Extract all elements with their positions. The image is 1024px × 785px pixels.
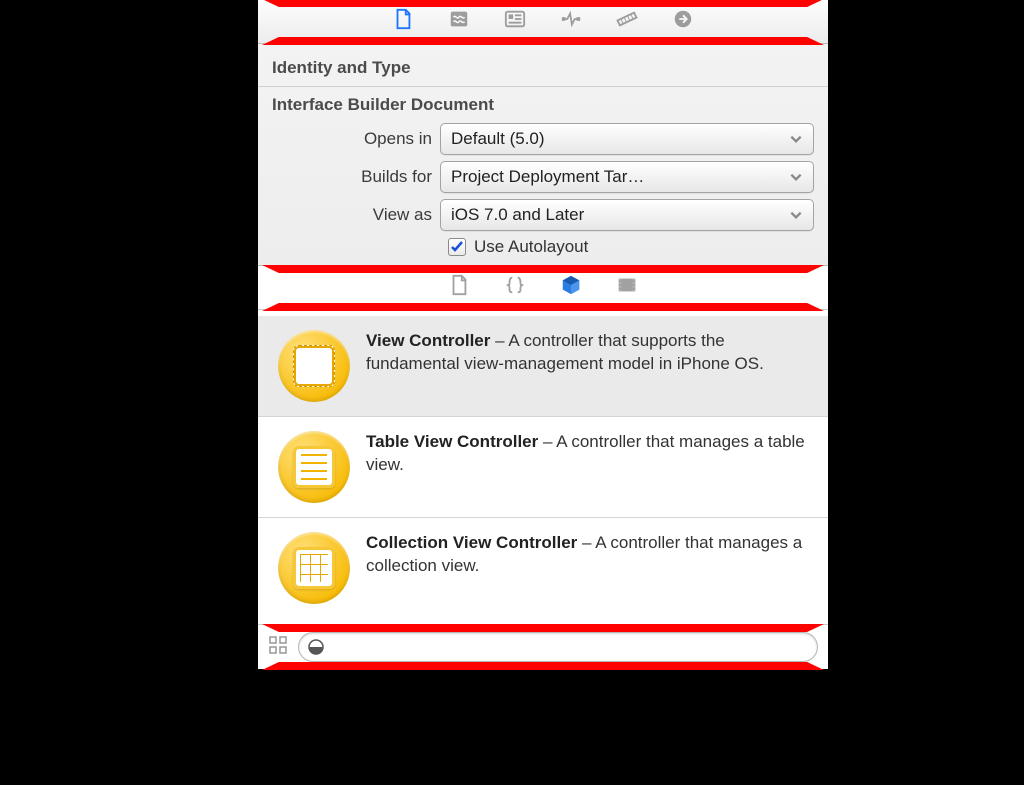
builds-for-label: Builds for — [272, 167, 440, 187]
ib-document-section-title: Interface Builder Document — [272, 95, 814, 115]
library-item-view-controller[interactable]: View Controller – A controller that supp… — [258, 316, 828, 417]
opens-in-label: Opens in — [272, 129, 440, 149]
chevron-down-icon — [789, 208, 803, 222]
icon-view-toggle[interactable] — [268, 635, 288, 660]
grid-icon — [268, 635, 288, 655]
object-library-tab[interactable] — [560, 274, 582, 301]
connections-inspector-tab[interactable] — [672, 8, 694, 35]
builds-for-dropdown[interactable]: Project Deployment Tar… — [440, 161, 814, 193]
view-as-label: View as — [272, 205, 440, 225]
size-inspector-tab[interactable] — [616, 8, 638, 35]
library-item-title: Collection View Controller — [366, 533, 577, 552]
identity-section-title: Identity and Type — [272, 58, 814, 78]
filter-scope-icon — [307, 638, 325, 656]
library-filter-input[interactable] — [331, 637, 809, 657]
view-controller-icon — [278, 330, 350, 402]
identity-inspector-tab[interactable] — [504, 8, 526, 35]
autolayout-row: Use Autolayout — [272, 237, 814, 257]
library-filter-highlight — [258, 625, 828, 669]
media-library-tab[interactable] — [616, 274, 638, 301]
object-library-list: View Controller – A controller that supp… — [258, 310, 828, 625]
view-as-dropdown[interactable]: iOS 7.0 and Later — [440, 199, 814, 231]
opens-in-dropdown[interactable]: Default (5.0) — [440, 123, 814, 155]
attributes-inspector-tab[interactable] — [560, 8, 582, 35]
opens-in-row: Opens in Default (5.0) — [272, 123, 814, 155]
table-view-controller-icon — [278, 431, 350, 503]
library-item-collection-view-controller[interactable]: Collection View Controller – A controlle… — [258, 518, 828, 618]
utilities-panel: Identity and Type Interface Builder Docu… — [258, 0, 828, 785]
file-inspector-content: Identity and Type Interface Builder Docu… — [258, 44, 828, 266]
chevron-down-icon — [789, 170, 803, 184]
autolayout-label: Use Autolayout — [474, 237, 588, 257]
quickhelp-tab[interactable] — [448, 8, 470, 35]
view-as-row: View as iOS 7.0 and Later — [272, 199, 814, 231]
inspector-tabbar-highlight — [258, 0, 828, 44]
view-as-value: iOS 7.0 and Later — [451, 205, 584, 225]
file-template-library-tab[interactable] — [448, 274, 470, 301]
library-item-table-view-controller[interactable]: Table View Controller – A controller tha… — [258, 417, 828, 518]
library-item-title: Table View Controller — [366, 432, 538, 451]
checkmark-icon — [450, 240, 464, 254]
chevron-down-icon — [789, 132, 803, 146]
library-tabbar-highlight — [258, 266, 828, 310]
code-snippet-library-tab[interactable] — [504, 274, 526, 301]
autolayout-checkbox[interactable] — [448, 238, 466, 256]
opens-in-value: Default (5.0) — [451, 129, 545, 149]
file-inspector-tab[interactable] — [392, 8, 414, 35]
builds-for-value: Project Deployment Tar… — [451, 167, 644, 187]
collection-view-controller-icon — [278, 532, 350, 604]
library-item-title: View Controller — [366, 331, 490, 350]
library-filter-field[interactable] — [298, 632, 818, 662]
builds-for-row: Builds for Project Deployment Tar… — [272, 161, 814, 193]
